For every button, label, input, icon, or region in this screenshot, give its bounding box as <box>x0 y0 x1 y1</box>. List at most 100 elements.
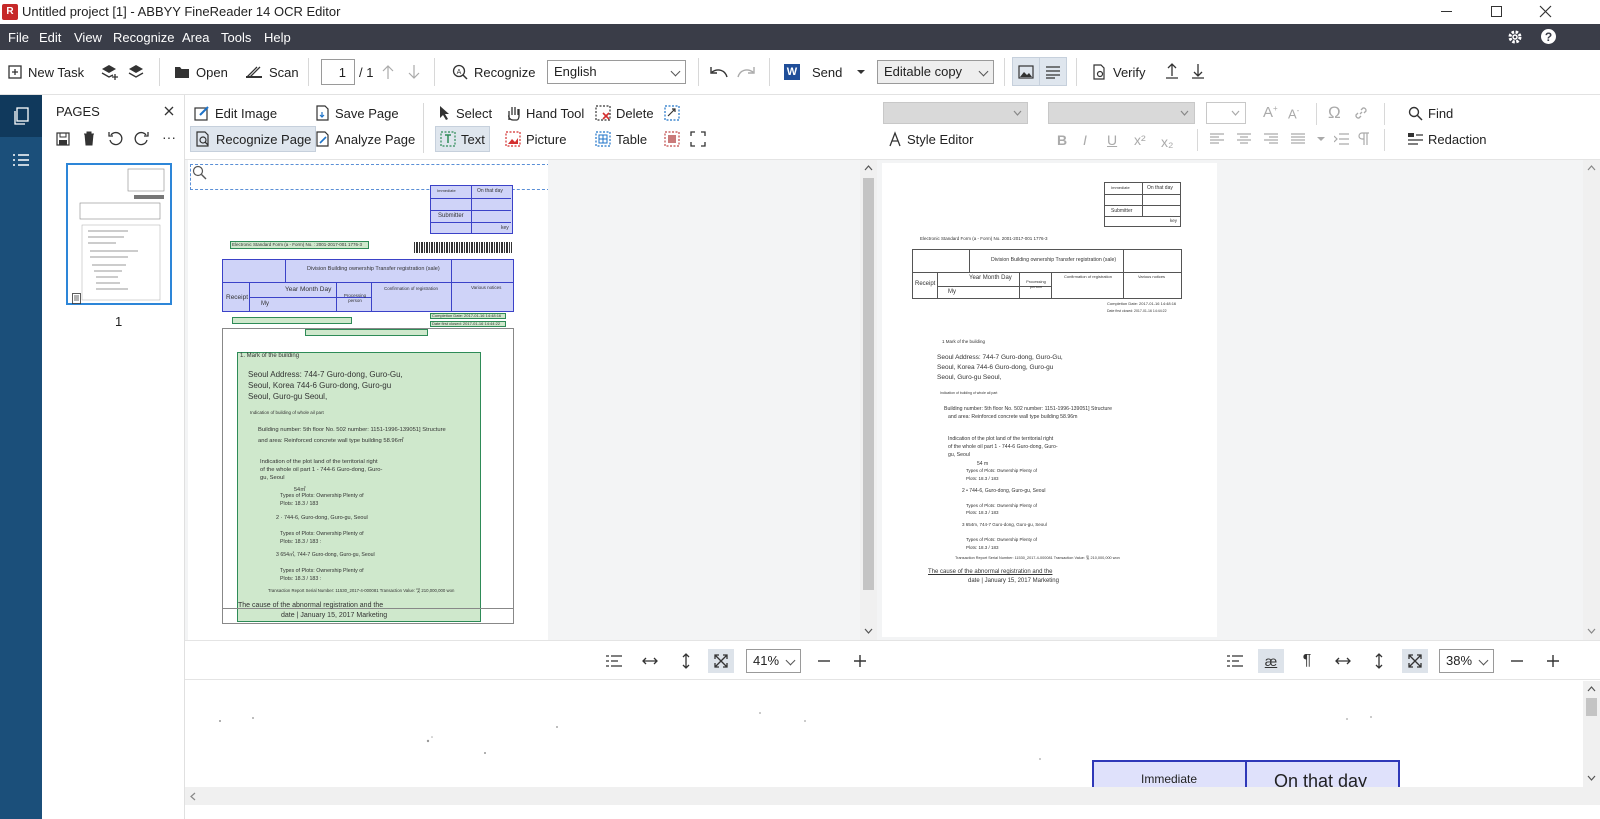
redo-icon[interactable] <box>736 65 756 79</box>
rotate-left-icon[interactable] <box>108 131 123 146</box>
zoom-vertical-scrollbar[interactable] <box>1583 681 1600 787</box>
style-select[interactable] <box>883 102 1028 124</box>
layers-icon[interactable] <box>127 63 145 81</box>
delete-area-button[interactable]: Delete <box>595 101 654 125</box>
text-area-button[interactable]: Text <box>435 126 490 152</box>
text-list-view-button[interactable] <box>1222 649 1248 673</box>
link-icon[interactable] <box>1353 105 1369 121</box>
find-button[interactable]: Find <box>1408 101 1453 125</box>
menu-recognize[interactable]: Recognize <box>113 30 174 45</box>
image-zoom-out-button[interactable] <box>811 649 837 673</box>
menu-help[interactable]: Help <box>264 30 291 45</box>
scroll-up-icon[interactable] <box>1587 165 1596 171</box>
analyze-page-button[interactable]: Analyze Page <box>315 127 415 151</box>
scroll-up-icon[interactable] <box>864 165 873 171</box>
save-page-button[interactable]: Save Page <box>315 101 399 125</box>
text-fit-height-button[interactable] <box>1366 649 1392 673</box>
barcode-area-icon[interactable] <box>690 131 706 147</box>
font-size-select[interactable] <box>1206 102 1246 124</box>
previous-page-icon[interactable] <box>382 64 394 80</box>
bold-icon[interactable]: B <box>1057 132 1067 148</box>
next-page-icon[interactable] <box>408 64 420 80</box>
grow-font-icon[interactable]: A+ <box>1263 104 1278 121</box>
scroll-down-icon[interactable] <box>1587 628 1596 634</box>
image-fit-width-button[interactable] <box>637 649 663 673</box>
picture-area-button[interactable]: Picture <box>505 127 566 151</box>
image-zoom-in-button[interactable] <box>847 649 873 673</box>
menu-file[interactable]: File <box>8 30 29 45</box>
highlight-uncertain-button[interactable]: æ <box>1258 649 1284 673</box>
small-text-area-1[interactable] <box>232 317 352 324</box>
zoom-pane[interactable]: Immediate On that day <box>185 681 1600 819</box>
language-select[interactable]: English <box>547 60 686 84</box>
text-pane[interactable]: Immediate On that day Submitter key Elec… <box>877 160 1600 640</box>
close-panel-icon[interactable] <box>164 106 174 116</box>
show-formatting-button[interactable]: ¶ <box>1294 649 1320 673</box>
close-icon[interactable] <box>1539 5 1552 18</box>
add-pages-icon[interactable] <box>101 63 119 81</box>
scan-button[interactable]: Scan <box>245 60 299 84</box>
open-button[interactable]: Open <box>174 60 228 84</box>
text-view-toggle[interactable] <box>1039 57 1067 86</box>
font-select[interactable] <box>1048 102 1195 124</box>
align-left-icon[interactable] <box>1210 133 1224 145</box>
send-button[interactable]: W Send <box>784 60 866 84</box>
scroll-up-icon[interactable] <box>1587 686 1596 692</box>
pages-nav-button[interactable] <box>0 95 42 137</box>
background-picture-icon[interactable] <box>664 131 680 147</box>
scroll-down-icon[interactable] <box>864 628 873 634</box>
italic-icon[interactable]: I <box>1083 132 1087 148</box>
image-fit-page-button[interactable] <box>708 649 734 673</box>
select-button[interactable]: Select <box>439 101 492 125</box>
save-icon[interactable] <box>56 132 70 146</box>
scroll-thumb[interactable] <box>1586 698 1597 716</box>
text-scrollbar[interactable] <box>1583 160 1600 640</box>
edit-image-button[interactable]: Edit Image <box>194 101 277 125</box>
help-icon[interactable]: ? <box>1540 28 1557 45</box>
scroll-thumb[interactable] <box>863 178 874 590</box>
text-zoom-select[interactable]: 38% <box>1439 649 1494 673</box>
align-right-icon[interactable] <box>1264 133 1278 145</box>
align-center-icon[interactable] <box>1237 133 1251 145</box>
redaction-button[interactable]: Redaction <box>1408 127 1487 151</box>
main-table-area[interactable]: Division Building ownership Transfer reg… <box>222 259 514 312</box>
image-pane[interactable]: Immediate On that day Submitter key Elec… <box>185 160 877 640</box>
header-table-area[interactable]: Immediate On that day Submitter key <box>430 185 513 234</box>
gear-icon[interactable] <box>1507 29 1523 45</box>
recognize-button[interactable]: A Recognize <box>452 60 535 84</box>
outline-nav-button[interactable] <box>0 143 42 177</box>
text-zoom-out-button[interactable] <box>1504 649 1530 673</box>
text-zoom-in-button[interactable] <box>1540 649 1566 673</box>
page-number-input[interactable]: 1 <box>321 59 355 85</box>
recognize-page-button[interactable]: Recognize Page <box>189 126 317 152</box>
image-list-view-button[interactable] <box>601 649 627 673</box>
new-task-button[interactable]: New Task <box>8 60 84 84</box>
special-char-icon[interactable]: Ω <box>1328 103 1341 123</box>
completion-area[interactable]: Completion Date: 2017-01-16 14:48:16 <box>430 313 506 319</box>
more-icon[interactable]: ··· <box>162 129 176 145</box>
text-fit-width-button[interactable] <box>1330 649 1356 673</box>
export-down-icon[interactable] <box>1190 62 1206 80</box>
verify-button[interactable]: Verify <box>1091 60 1146 84</box>
export-up-icon[interactable] <box>1164 62 1180 80</box>
menu-area[interactable]: Area <box>182 30 209 45</box>
menu-view[interactable]: View <box>74 30 102 45</box>
page-thumbnail[interactable] <box>66 163 172 305</box>
first-closed-area[interactable]: Date first closed: 2017-01-16 14:44:22 <box>430 321 506 327</box>
table-area-button[interactable]: Table <box>595 127 647 151</box>
restore-icon[interactable] <box>1491 6 1502 17</box>
style-editor-button[interactable]: Style Editor <box>888 127 973 151</box>
underline-icon[interactable]: U <box>1107 132 1117 148</box>
subscript-icon[interactable]: x₂ <box>1161 134 1173 150</box>
scroll-left-icon[interactable] <box>190 792 196 801</box>
form-label-area[interactable]: Electronic Standard Form (a - Form) No. … <box>230 241 369 249</box>
undo-icon[interactable] <box>709 65 729 79</box>
text-fit-page-button[interactable] <box>1402 649 1428 673</box>
menu-tools[interactable]: Tools <box>221 30 251 45</box>
scroll-down-icon[interactable] <box>1587 775 1596 781</box>
justify-icon[interactable] <box>1291 133 1305 145</box>
barcode-area[interactable] <box>414 242 512 253</box>
image-zoom-select[interactable]: 41% <box>746 649 801 673</box>
superscript-icon[interactable]: x² <box>1134 132 1146 148</box>
area-properties-icon[interactable] <box>664 105 680 121</box>
